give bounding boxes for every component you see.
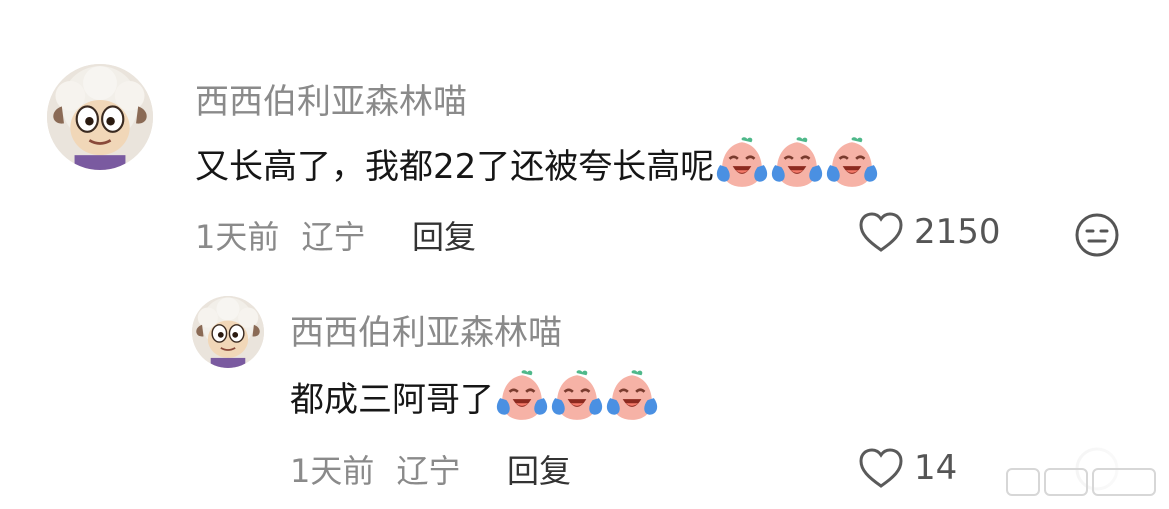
crying-laughing-peach-emoji xyxy=(825,136,879,190)
comment-text-content: 又长高了，我都22了还被夸长高呢 xyxy=(195,146,715,187)
like-button[interactable]: 14 xyxy=(858,447,957,489)
avatar[interactable] xyxy=(192,296,264,368)
reply-button[interactable]: 回复 xyxy=(412,212,476,258)
crying-laughing-peach-emoji xyxy=(770,136,824,190)
watermark-overlay xyxy=(1000,446,1169,509)
crying-laughing-peach-emoji xyxy=(550,369,604,423)
like-button[interactable]: 2150 xyxy=(858,211,1001,253)
watermark-mark xyxy=(1006,468,1040,496)
comment-time: 1天前 xyxy=(290,452,375,490)
emoji-group xyxy=(494,369,659,423)
like-count: 2150 xyxy=(914,212,1001,252)
watermark-mark xyxy=(1092,468,1156,496)
expressionless-face-icon xyxy=(1075,213,1119,257)
comment-time: 1天前 xyxy=(195,218,280,256)
comment-meta: 1天前 辽宁 xyxy=(195,212,366,258)
more-options-button[interactable] xyxy=(1074,212,1120,258)
comment-username[interactable]: 西西伯利亚森林喵 xyxy=(290,305,562,354)
heart-outline-icon xyxy=(859,448,903,488)
watermark-mark xyxy=(1044,468,1088,496)
comment-text: 又长高了，我都22了还被夸长高呢 xyxy=(195,136,879,190)
like-count: 14 xyxy=(914,448,958,488)
avatar[interactable] xyxy=(47,64,153,170)
reply-button[interactable]: 回复 xyxy=(507,446,571,492)
comment-meta: 1天前 辽宁 xyxy=(290,446,461,492)
comment-text-content: 都成三阿哥了 xyxy=(290,379,494,420)
comment-text: 都成三阿哥了 xyxy=(290,369,659,423)
heart-outline-icon xyxy=(859,212,903,252)
crying-laughing-peach-emoji xyxy=(605,369,659,423)
comment-location: 辽宁 xyxy=(396,452,461,490)
comment-username[interactable]: 西西伯利亚森林喵 xyxy=(195,74,467,123)
crying-laughing-peach-emoji xyxy=(495,369,549,423)
emoji-group xyxy=(714,136,879,190)
crying-laughing-peach-emoji xyxy=(715,136,769,190)
comment-location: 辽宁 xyxy=(301,218,366,256)
